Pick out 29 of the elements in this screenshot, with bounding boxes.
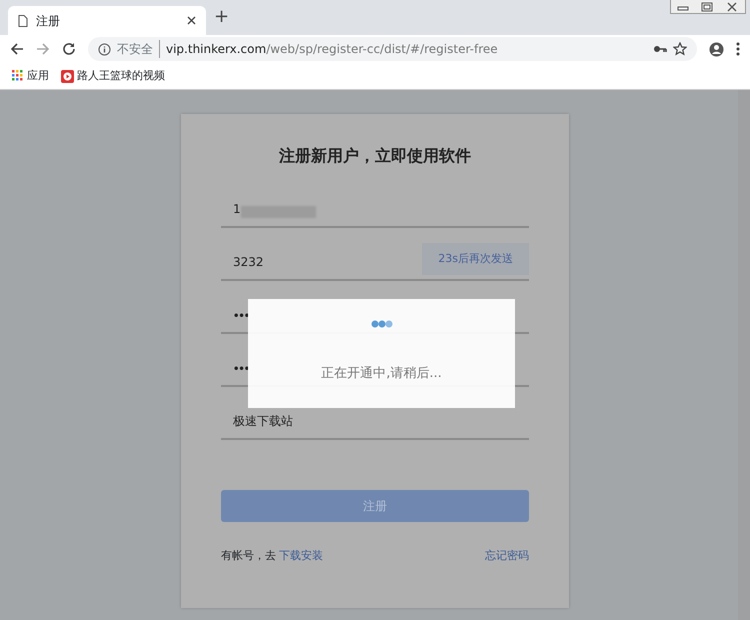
new-tab-button[interactable]: + (214, 8, 230, 26)
menu-icon[interactable] (736, 42, 740, 56)
form-title: 注册新用户，立即使用软件 (278, 145, 472, 167)
url-text: vip.thinkerx.com/web/sp/register-cc/dist/#/register-free (159, 40, 498, 58)
account-icon[interactable] (709, 42, 724, 56)
loading-message: 正在开通中,请稍后... (320, 365, 443, 383)
input-field[interactable]: 1 (233, 200, 241, 218)
apps-icon (12, 70, 24, 82)
input-field[interactable]: 极速下载站 (233, 412, 353, 430)
loading-icon (370, 320, 392, 328)
close-icon[interactable] (187, 16, 196, 25)
browser-tab[interactable]: 注册 (8, 6, 206, 35)
reload-icon[interactable] (62, 42, 76, 56)
password-field[interactable]: ••• (233, 362, 253, 377)
back-icon[interactable] (10, 42, 24, 56)
key-icon[interactable] (653, 44, 667, 54)
security-label: 不安全 (117, 41, 153, 58)
bookmark[interactable]: 应用 (12, 68, 49, 84)
scrollbar[interactable] (738, 90, 750, 620)
bookmark[interactable]: 路人王篮球的视频 (61, 68, 165, 84)
footer-text: 有帐号，去 (221, 548, 276, 564)
code-field[interactable]: 3232 (233, 253, 353, 271)
star-icon[interactable] (673, 42, 687, 56)
info-icon (98, 42, 111, 56)
play-icon (61, 70, 74, 82)
address-bar[interactable]: 不安全 vip.thinkerx.com/web/sp/register-cc/dist/#/register-free (88, 37, 697, 61)
page-icon (18, 14, 28, 26)
password-field[interactable]: ••• (233, 309, 253, 324)
tab-title: 注册 (36, 12, 61, 30)
